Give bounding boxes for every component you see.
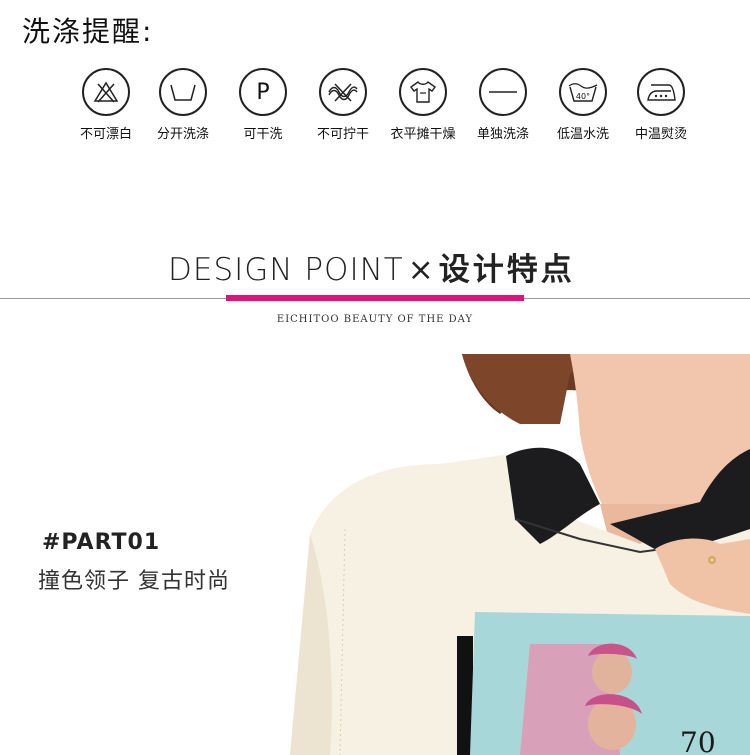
care-item-label: 可干洗 [243,127,283,142]
care-item-label: 低温水洗 [556,127,609,142]
dry-flat-icon [399,68,447,116]
no-bleach-icon [82,68,130,116]
care-item-wash-alone: 单独洗涤 [463,68,543,142]
design-title-en: DESIGN POINT [168,252,404,288]
medium-iron-icon [637,68,685,116]
care-item-label: 不可漂白 [79,127,132,142]
care-item-wash-separately: 分开洗涤 [143,68,223,142]
wash-temp-glyph: 40° [575,92,591,101]
design-title-cn: 设计特点 [438,252,575,288]
dry-clean-icon: P [239,68,287,116]
no-wring-icon [319,68,367,116]
part-description: 撞色领子 复古时尚 [38,569,230,594]
care-item-label: 分开洗涤 [156,127,209,142]
care-item-low-temp-wash: 40° 低温水洗 [543,68,623,142]
design-title-separator: × [407,252,435,288]
wash-separately-icon [159,68,207,116]
care-item-label: 单独洗涤 [476,127,529,142]
wash-alone-icon [479,68,527,116]
care-item-label: 衣平摊干燥 [390,127,456,142]
care-item-dry-flat: 衣平摊干燥 [383,68,463,142]
svg-text:70: 70 [680,726,716,755]
care-item-no-bleach: 不可漂白 [66,68,146,142]
care-item-label: 不可拧干 [316,127,369,142]
accent-bar [226,295,524,301]
low-temp-wash-icon: 40° [559,68,607,116]
brand-tagline: EICHITOO BEAUTY OF THE DAY [276,314,474,325]
care-item-no-wring: 不可拧干 [303,68,383,142]
care-item-medium-iron: 中温熨烫 [621,68,701,142]
care-icons: 不可漂白 分开洗涤 P 可干洗 不可拧干 衣平摊干燥 单独洗涤 40° 低温水洗… [74,68,704,148]
care-title: 洗涤提醒: [22,15,154,48]
design-point-title: DESIGN POINT × 设计特点 [168,244,575,289]
part-label: #PART01 [42,530,161,555]
dry-clean-glyph: P [256,79,270,105]
care-item-label: 中温熨烫 [634,127,687,142]
design-point-header: DESIGN POINT × 设计特点 [0,238,750,308]
care-item-dry-clean: P 可干洗 [223,68,303,142]
